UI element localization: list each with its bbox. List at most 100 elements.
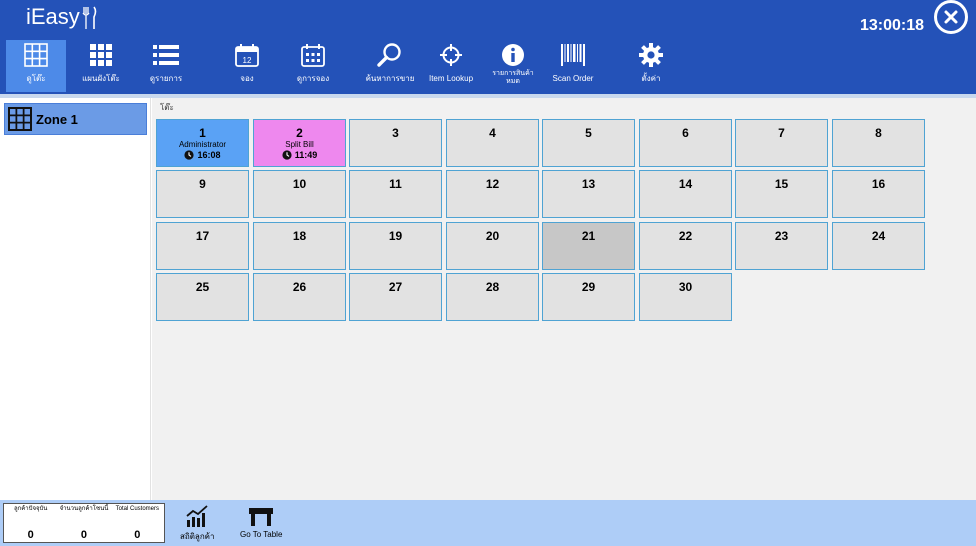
table-number: 13 — [581, 177, 596, 191]
tool-view-reservations[interactable]: ดูการจอง — [284, 40, 342, 92]
table-number: 6 — [682, 126, 689, 140]
table-26[interactable]: 26 — [253, 273, 346, 321]
calendar-grid-icon — [301, 44, 325, 67]
toolbar: ดูโต๊ะ แผนผังโต๊ะ ดูรายการ 12 จอง ดูการจ… — [0, 40, 700, 92]
table-23[interactable]: 23 — [735, 222, 828, 270]
grid-icon — [90, 44, 112, 66]
go-to-table-button[interactable]: Go To Table — [240, 504, 282, 539]
table-number: 8 — [875, 126, 882, 140]
table-9[interactable]: 9 — [156, 170, 249, 218]
table-number: 27 — [388, 280, 403, 294]
table-7[interactable]: 7 — [735, 119, 828, 167]
logo-text: iEasy — [26, 4, 80, 29]
table-number: 29 — [581, 280, 596, 294]
table-number: 7 — [778, 126, 785, 140]
table-number: 20 — [485, 229, 500, 243]
table-21[interactable]: 21 — [542, 222, 635, 270]
table-number: 12 — [485, 177, 500, 191]
tool-settings[interactable]: ตั้งค่า — [624, 40, 678, 92]
close-icon — [944, 10, 958, 24]
table-time: 11:49 — [254, 150, 345, 160]
table-29[interactable]: 29 — [542, 273, 635, 321]
table-number: 2 — [296, 126, 303, 140]
table-number: 17 — [195, 229, 210, 243]
table-16[interactable]: 16 — [832, 170, 925, 218]
table-number: 18 — [292, 229, 307, 243]
tool-view-list[interactable]: ดูรายการ — [138, 40, 194, 92]
crosshair-icon — [440, 44, 462, 66]
table-number: 4 — [489, 126, 496, 140]
list-icon — [153, 45, 179, 65]
table-12[interactable]: 12 — [446, 170, 539, 218]
tool-scan-order[interactable]: Scan Order — [546, 40, 600, 92]
tool-view-tables[interactable]: ดูโต๊ะ — [6, 40, 66, 92]
cutlery-icon — [82, 6, 97, 29]
table-time-value: 16:08 — [197, 150, 221, 160]
tool-item-lookup[interactable]: Item Lookup — [424, 40, 478, 92]
clock-icon — [184, 150, 195, 160]
table-number: 14 — [678, 177, 693, 191]
table-status: Split Bill — [285, 140, 314, 149]
table-time: 16:08 — [157, 150, 248, 160]
table-5[interactable]: 5 — [542, 119, 635, 167]
table-17[interactable]: 17 — [156, 222, 249, 270]
table-2[interactable]: 2 Split Bill 11:49 — [253, 119, 346, 167]
table-number: 26 — [292, 280, 307, 294]
table-3[interactable]: 3 — [349, 119, 442, 167]
table-28[interactable]: 28 — [446, 273, 539, 321]
table-number: 9 — [199, 177, 206, 191]
customer-stats: ลูกค้าปัจจุบัน 0 จำนวนลูกค้าโซนนี้ 0 Tot… — [3, 503, 165, 543]
grid-icon — [8, 107, 32, 131]
header-bar: iEasy 13:00:18 ดูโต๊ะ แผนผังโต๊ะ ดูรายกา… — [0, 0, 976, 94]
tool-table-layout[interactable]: แผนผังโต๊ะ — [72, 40, 130, 92]
table-number: 21 — [581, 229, 596, 243]
table-number: 28 — [485, 280, 500, 294]
tool-search-sales[interactable]: ค้นหาการขาย — [362, 40, 418, 92]
table-number: 24 — [871, 229, 886, 243]
table-18[interactable]: 18 — [253, 222, 346, 270]
stat-zone-customers: จำนวนลูกค้าโซนนี้ 0 — [59, 506, 109, 541]
table-22[interactable]: 22 — [639, 222, 732, 270]
barcode-icon — [561, 44, 585, 66]
table-6[interactable]: 6 — [639, 119, 732, 167]
table-number: 1 — [199, 126, 206, 140]
table-number: 5 — [585, 126, 592, 140]
tool-reserve[interactable]: 12 จอง — [220, 40, 274, 92]
table-8[interactable]: 8 — [832, 119, 925, 167]
table-number: 23 — [774, 229, 789, 243]
table-27[interactable]: 27 — [349, 273, 442, 321]
search-icon — [377, 43, 401, 67]
table-11[interactable]: 11 — [349, 170, 442, 218]
table-15[interactable]: 15 — [735, 170, 828, 218]
table-10[interactable]: 10 — [253, 170, 346, 218]
main-area: Zone 1 โต๊ะ 1 Administrator 16:08 2 Split Bi… — [0, 94, 976, 500]
table-20[interactable]: 20 — [446, 222, 539, 270]
table-13[interactable]: 13 — [542, 170, 635, 218]
table-19[interactable]: 19 — [349, 222, 442, 270]
stat-total-customers: Total Customers 0 — [115, 506, 159, 541]
breadcrumb: โต๊ะ — [160, 103, 174, 112]
table-30[interactable]: 30 — [639, 273, 732, 321]
table-24[interactable]: 24 — [832, 222, 925, 270]
gear-icon — [639, 43, 663, 67]
table-number: 11 — [389, 177, 402, 191]
clock-icon — [282, 150, 292, 160]
close-button[interactable] — [934, 0, 968, 34]
table-1[interactable]: 1 Administrator 16:08 — [156, 119, 249, 167]
table-icon — [249, 508, 274, 526]
table-4[interactable]: 4 — [446, 119, 539, 167]
grid-icon — [24, 43, 48, 67]
zone-sidebar: Zone 1 — [0, 98, 151, 500]
clock: 13:00:18 — [860, 17, 925, 34]
table-25[interactable]: 25 — [156, 273, 249, 321]
zone-label: Zone 1 — [36, 111, 78, 127]
app-logo: iEasy — [26, 4, 98, 30]
stat-current-customers: ลูกค้าปัจจุบัน 0 — [13, 506, 48, 541]
customer-stats-button[interactable]: สถิติลูกค้า — [180, 504, 215, 543]
table-14[interactable]: 14 — [639, 170, 732, 218]
table-number: 19 — [388, 229, 403, 243]
tool-out-of-stock[interactable]: รายการสินค้าหมด — [486, 40, 540, 92]
table-status: Administrator — [178, 140, 227, 149]
zone-button[interactable]: Zone 1 — [4, 103, 147, 135]
table-time-value: 11:49 — [294, 150, 318, 160]
